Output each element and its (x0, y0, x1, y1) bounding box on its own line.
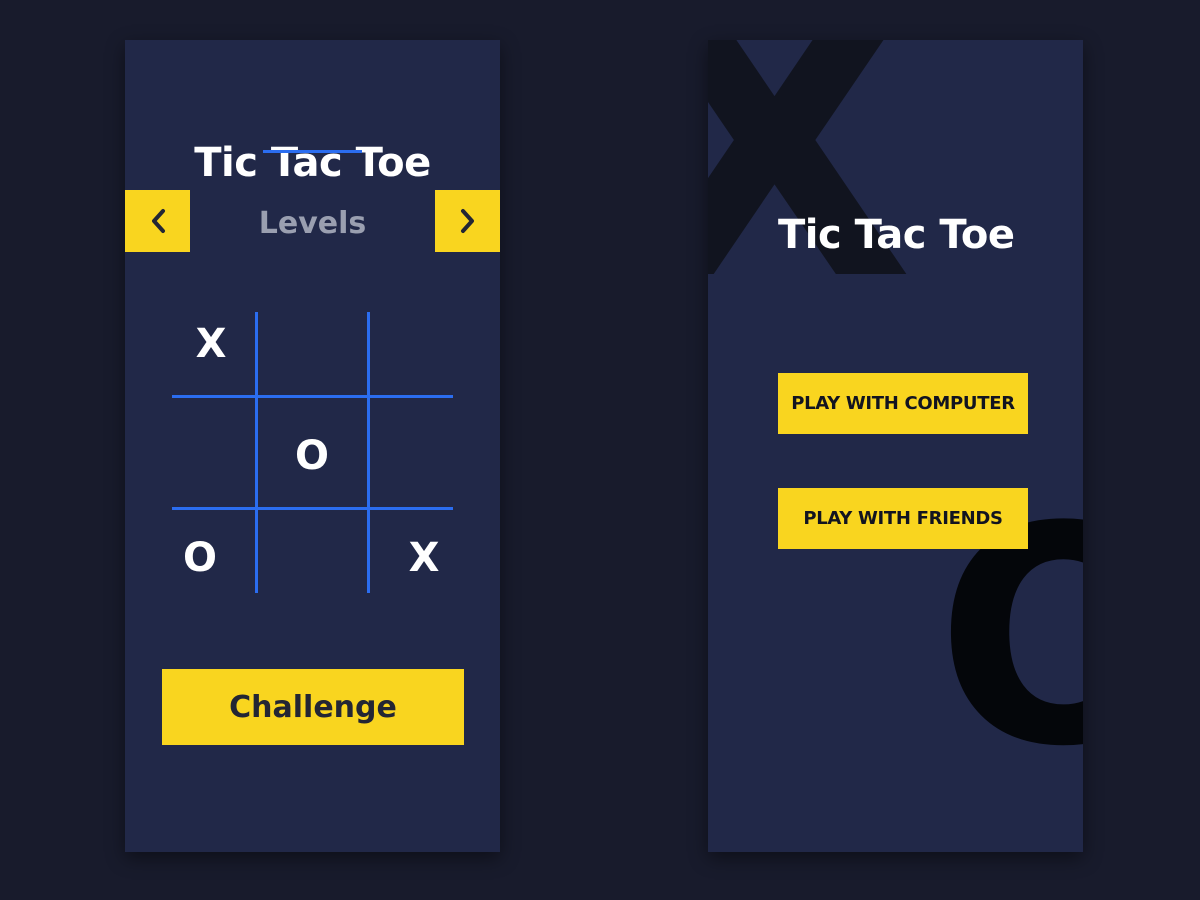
page-title: Tic Tac Toe (194, 140, 431, 186)
play-with-computer-button[interactable]: PLAY WITH COMPUTER (778, 373, 1028, 434)
menu-title: Tic Tac Toe (778, 212, 1015, 258)
game-screen: Tic Tac Toe Levels X O O X Challenge (125, 40, 500, 852)
board-cell[interactable]: X (396, 530, 452, 586)
board-cell[interactable] (396, 316, 452, 372)
play-with-friends-button[interactable]: PLAY WITH FRIENDS (778, 488, 1028, 549)
game-board: X O O X (172, 312, 453, 593)
grid-line (367, 312, 370, 593)
board-cell[interactable] (183, 428, 239, 484)
board-cell[interactable] (396, 428, 452, 484)
board-cell[interactable]: O (172, 530, 228, 586)
next-level-button[interactable] (435, 190, 500, 252)
grid-line (172, 395, 453, 398)
challenge-button[interactable]: Challenge (162, 669, 464, 745)
board-cell[interactable] (284, 530, 340, 586)
background-x-decoration: X (708, 40, 914, 359)
grid-line (172, 507, 453, 510)
board-cell[interactable]: O (284, 428, 340, 484)
board-cell[interactable] (284, 316, 340, 372)
grid-line (255, 312, 258, 593)
board-cell[interactable]: X (183, 316, 239, 372)
title-underline (263, 150, 362, 153)
chevron-right-icon (460, 209, 474, 233)
menu-screen: X O Tic Tac Toe PLAY WITH COMPUTER PLAY … (708, 40, 1083, 852)
